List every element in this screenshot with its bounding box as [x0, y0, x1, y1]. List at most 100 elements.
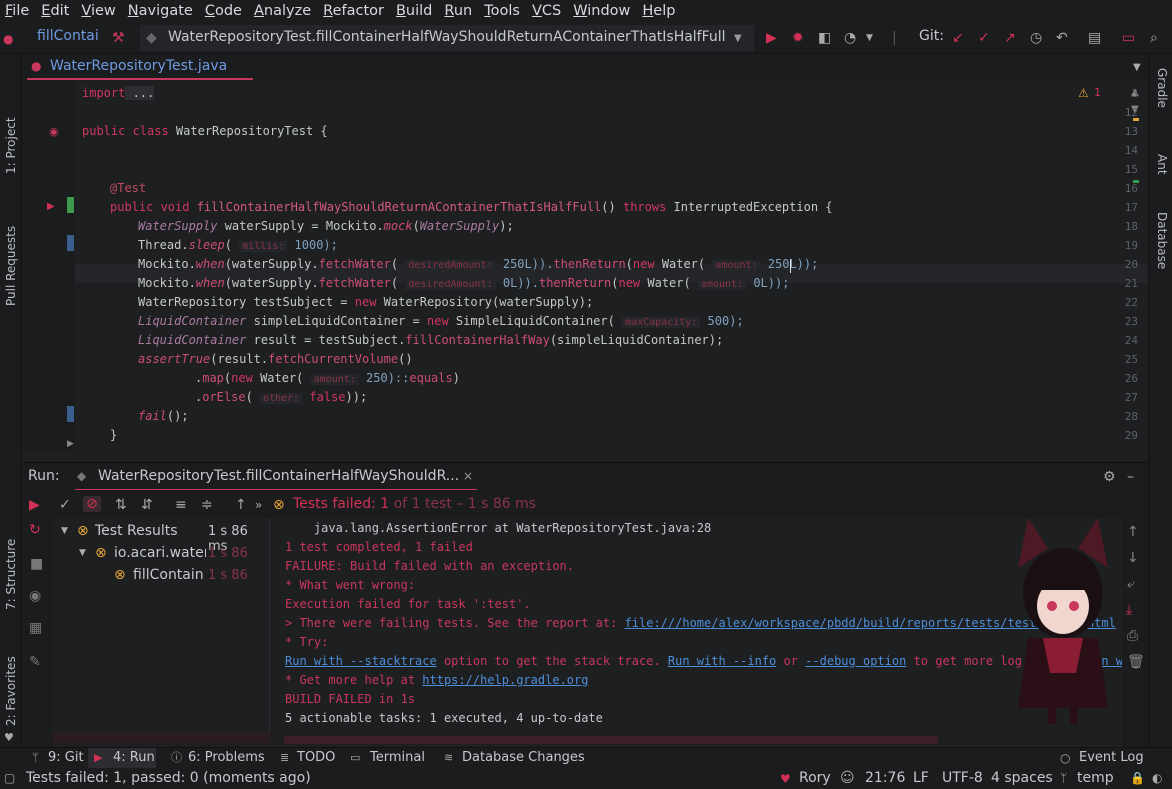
- rollback-icon[interactable]: ↶: [1056, 30, 1068, 46]
- layout-icon[interactable]: ▦: [29, 620, 42, 636]
- gradle-help-link[interactable]: https://help.gradle.org: [422, 673, 588, 687]
- fold-arrow-icon[interactable]: ▶: [67, 436, 74, 452]
- problems-tool-tab[interactable]: ⓘ 6: Problems: [168, 748, 268, 768]
- sort-duration-icon[interactable]: ⇵: [141, 497, 153, 513]
- expand-chevron-icon[interactable]: ▼: [61, 523, 68, 539]
- project-structure-icon[interactable]: ▤: [1088, 30, 1101, 46]
- show-ignored-icon[interactable]: ⊘: [83, 496, 101, 512]
- scroll-up-icon[interactable]: ↑: [1127, 524, 1139, 540]
- project-tool-tab[interactable]: 1: Project: [4, 117, 18, 174]
- soft-wrap-icon[interactable]: ⤶: [1127, 576, 1135, 592]
- history-icon[interactable]: ◷: [1030, 30, 1042, 46]
- project-breadcrumb[interactable]: fillContai: [37, 28, 99, 44]
- inspector-face-icon[interactable]: ☺: [840, 770, 855, 786]
- trash-icon[interactable]: 🗑: [1127, 654, 1145, 670]
- run-config-selector[interactable]: ◆ WaterRepositoryTest.fillContainerHalfW…: [140, 25, 754, 51]
- expand-chevron-icon[interactable]: ▼: [79, 545, 86, 561]
- gear-icon[interactable]: ⚙: [1103, 469, 1116, 485]
- theme-name[interactable]: Rory: [799, 770, 831, 786]
- todo-tool-tab[interactable]: ≣ TODO: [276, 748, 346, 768]
- favorites-tool-tab[interactable]: 2: Favorites: [4, 656, 18, 726]
- git-update-icon[interactable]: ↙: [952, 30, 964, 46]
- terminal-tool-tab[interactable]: ▭ Terminal: [346, 748, 436, 768]
- ant-tool-tab[interactable]: Ant: [1155, 154, 1169, 175]
- console-output[interactable]: java.lang.AssertionError at WaterReposit…: [270, 518, 1138, 747]
- error-stripe-mark[interactable]: [1133, 118, 1139, 121]
- gradle-tool-tab[interactable]: Gradle: [1155, 68, 1169, 108]
- presentation-icon[interactable]: ▭: [1122, 30, 1135, 46]
- tree-node-package[interactable]: ▼ ⊗ io.acari.water 1 s 86 ms: [53, 542, 270, 564]
- menu-code[interactable]: Code: [200, 3, 249, 19]
- event-log-tool-tab[interactable]: ○ Event Log: [1058, 748, 1148, 768]
- show-passed-icon[interactable]: ✓: [59, 497, 71, 513]
- line-separator[interactable]: LF: [913, 770, 929, 786]
- print-icon[interactable]: ⎙: [1127, 628, 1138, 644]
- menu-analyze[interactable]: Analyze: [249, 3, 318, 19]
- run-icon[interactable]: ▶: [766, 30, 777, 46]
- menu-tools[interactable]: Tools: [479, 3, 527, 19]
- close-icon[interactable]: ×: [463, 468, 473, 484]
- rerun-failed-icon[interactable]: ↻: [29, 522, 41, 538]
- run-tab[interactable]: ◆ WaterRepositoryTest.fillContainerHalfW…: [75, 463, 477, 491]
- horizontal-scrollbar[interactable]: [53, 733, 270, 743]
- console-scrollbar[interactable]: [284, 736, 938, 744]
- database-tool-tab[interactable]: Database: [1155, 212, 1169, 269]
- collapse-all-icon[interactable]: ≑: [201, 497, 213, 513]
- scroll-to-end-icon[interactable]: ⤓: [1126, 602, 1132, 618]
- stop-icon[interactable]: ■: [30, 556, 43, 572]
- debug-link[interactable]: --debug option: [805, 654, 906, 668]
- coverage-eye-icon[interactable]: ◉: [29, 588, 41, 604]
- search-everywhere-icon[interactable]: ⌕: [1150, 30, 1158, 46]
- tree-node-method[interactable]: ⊗ fillContain 1 s 86 ms: [53, 564, 270, 586]
- menu-window[interactable]: Window: [568, 3, 637, 19]
- menu-vcs[interactable]: VCS: [527, 3, 568, 19]
- method-run-gutter-icon[interactable]: ▶: [47, 199, 55, 215]
- structure-tool-tab[interactable]: 7: Structure: [4, 539, 18, 610]
- menu-navigate[interactable]: Navigate: [123, 3, 200, 19]
- menu-edit[interactable]: Edit: [36, 3, 76, 19]
- menu-build[interactable]: Build: [391, 3, 439, 19]
- profiler-icon[interactable]: ◔: [844, 30, 856, 46]
- previous-failure-icon[interactable]: ↑: [235, 497, 247, 513]
- more-run-chevron-icon[interactable]: ▼: [866, 30, 873, 46]
- notifications-icon[interactable]: ◐: [1152, 770, 1162, 786]
- menu-view[interactable]: View: [76, 3, 122, 19]
- build-hammer-icon[interactable]: ⚒: [112, 30, 125, 46]
- run-tool-tab[interactable]: ▶ 4: Run: [88, 748, 156, 768]
- git-branch[interactable]: temp: [1077, 770, 1114, 786]
- file-encoding[interactable]: UTF-8: [942, 770, 983, 786]
- code-editor[interactable]: ◉ ▶ ▶ ⚠ 1 ▲ ▼ 3 12 13 14 15 16 17 18 19 …: [23, 80, 1148, 450]
- lock-icon[interactable]: 🔒: [1130, 770, 1145, 786]
- class-run-gutter-icon[interactable]: ◉: [49, 124, 59, 140]
- rerun-icon[interactable]: ▶: [29, 497, 40, 513]
- warning-icon[interactable]: ⚠: [1078, 85, 1089, 101]
- debug-icon[interactable]: ✹: [792, 30, 804, 46]
- scroll-down-icon[interactable]: ↓: [1127, 550, 1139, 566]
- tree-node-root[interactable]: ▼ ⊗ Test Results 1 s 86 ms: [53, 520, 270, 554]
- git-push-icon[interactable]: ↗: [1004, 30, 1016, 46]
- menu-refactor[interactable]: Refactor: [318, 3, 391, 19]
- git-tool-tab[interactable]: ᛘ 9: Git: [28, 748, 86, 768]
- editor-tab[interactable]: ● WaterRepositoryTest.java: [27, 54, 253, 80]
- expand-all-icon[interactable]: ≡: [175, 497, 187, 513]
- pin-icon[interactable]: ✎: [29, 654, 41, 670]
- pull-requests-tool-tab[interactable]: Pull Requests: [4, 226, 18, 306]
- error-stripe-mark[interactable]: [1133, 180, 1139, 183]
- coverage-icon[interactable]: ◧: [818, 30, 831, 46]
- stacktrace-link[interactable]: Run with --stacktrace: [285, 654, 437, 668]
- more-actions-icon[interactable]: »: [255, 497, 262, 513]
- minimize-icon[interactable]: –: [1127, 469, 1134, 485]
- code-token[interactable]: ...: [125, 86, 155, 100]
- menu-file[interactable]: File: [0, 3, 36, 19]
- info-link[interactable]: Run with --info: [668, 654, 776, 668]
- menu-help[interactable]: Help: [637, 3, 682, 19]
- layout-toggle-icon[interactable]: ▢: [4, 770, 15, 786]
- git-commit-icon[interactable]: ✓: [978, 30, 990, 46]
- caret-position[interactable]: 21:76: [865, 770, 905, 786]
- status-message[interactable]: Tests failed: 1, passed: 0 (moments ago): [26, 770, 311, 786]
- menu-run[interactable]: Run: [439, 3, 479, 19]
- database-changes-tool-tab[interactable]: ≋ Database Changes: [440, 748, 585, 768]
- sort-alpha-icon[interactable]: ⇅: [115, 497, 127, 513]
- indent-setting[interactable]: 4 spaces: [991, 770, 1053, 786]
- tab-list-chevron-icon[interactable]: ▼: [1133, 60, 1141, 76]
